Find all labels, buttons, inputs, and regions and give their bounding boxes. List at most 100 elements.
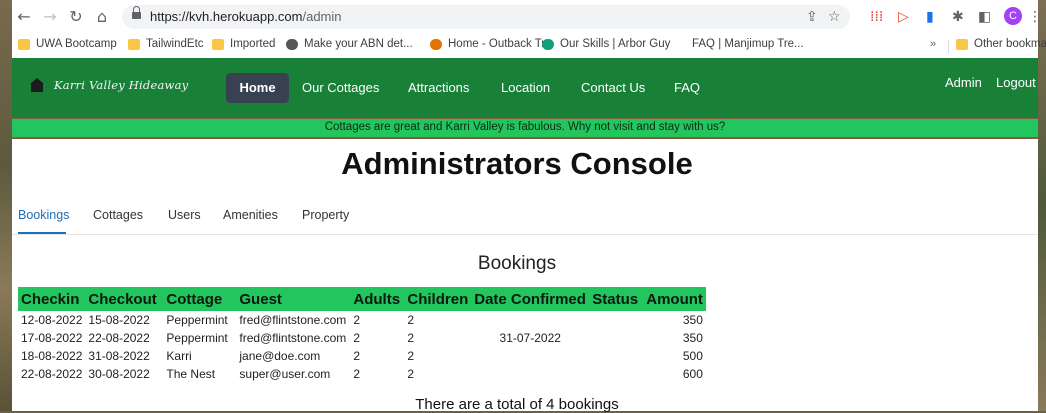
cell-checkin: 12-08-2022 (21, 313, 83, 327)
column-header[interactable]: Adults (350, 287, 404, 311)
column-header[interactable]: Date Confirmed (471, 287, 589, 311)
tab-users[interactable]: Users (168, 208, 201, 222)
table-row[interactable]: 22-08-2022 30-08-2022 The Nest super@use… (18, 365, 706, 383)
column-header[interactable]: Status (589, 287, 643, 311)
table-row[interactable]: 12-08-2022 15-08-2022 Peppermint fred@fl… (18, 311, 706, 329)
page-title: Administrators Console (341, 146, 693, 181)
folder-icon (956, 38, 968, 50)
desktop-background-left (0, 0, 12, 411)
outback-icon (430, 38, 442, 50)
cell-date-confirmed (471, 365, 589, 383)
site-brand[interactable]: Karri Valley Hideaway (30, 78, 188, 92)
tab-cottages[interactable]: Cottages (93, 208, 143, 222)
brand-text: Karri Valley Hideaway (54, 78, 189, 92)
cell-date-confirmed: 31-07-2022 (499, 331, 561, 345)
extension-blue-icon[interactable]: ▮ (926, 8, 934, 26)
bookmark-star-icon[interactable]: ☆ (828, 8, 841, 26)
cell-adults: 2 (353, 313, 361, 327)
share-icon[interactable]: ⇪ (806, 8, 818, 26)
bookmark-outback[interactable]: Home - Outback Tr... (430, 38, 554, 50)
nav-faq[interactable]: FAQ (674, 80, 700, 95)
cell-amount: 350 (682, 331, 703, 345)
table-header-row: Checkin Checkout Cottage Guest Adults Ch… (18, 287, 706, 311)
profile-avatar[interactable]: C (1004, 7, 1022, 25)
folder-icon (18, 38, 30, 50)
column-header[interactable]: Checkout (85, 287, 163, 311)
house-icon (30, 78, 44, 92)
cell-status (589, 365, 643, 383)
cell-amount: 600 (682, 367, 703, 381)
bookmark-faq-manjimup[interactable]: FAQ | Manjimup Tre... (692, 38, 804, 50)
address-bar[interactable]: https://kvh.herokuapp.com/admin ⇪ ☆ (122, 5, 850, 29)
cell-children: 2 (407, 367, 415, 381)
extension-grid-icon[interactable]: ⁞⁞⁞ (870, 8, 883, 26)
column-header[interactable]: Guest (236, 287, 350, 311)
cell-checkin: 22-08-2022 (21, 367, 83, 381)
cell-date-confirmed (471, 311, 589, 329)
forward-icon[interactable]: → (40, 7, 60, 27)
nav-attractions[interactable]: Attractions (408, 80, 469, 95)
cell-adults: 2 (353, 367, 361, 381)
browser-toolbar: ← → ↻ ⌂ https://kvh.herokuapp.com/admin … (12, 0, 1042, 34)
reload-icon[interactable]: ↻ (66, 7, 86, 27)
cell-checkin: 18-08-2022 (21, 349, 83, 363)
cell-amount: 500 (682, 349, 703, 363)
home-icon[interactable]: ⌂ (92, 7, 112, 27)
table-row[interactable]: 18-08-2022 31-08-2022 Karri jane@doe.com… (18, 347, 706, 365)
folder-icon (128, 38, 140, 50)
cell-status (589, 311, 643, 329)
folder-icon (212, 38, 224, 50)
cell-cottage: Peppermint (166, 331, 228, 345)
cell-checkout: 22-08-2022 (88, 331, 150, 345)
bookmark-other[interactable]: Other bookmark (956, 38, 1046, 50)
bookmark-abn[interactable]: Make your ABN det... (286, 38, 413, 50)
tab-bookings[interactable]: Bookings (18, 208, 69, 222)
side-panel-icon[interactable]: ◧ (978, 8, 991, 26)
tab-amenities[interactable]: Amenities (223, 208, 278, 222)
cell-children: 2 (407, 349, 415, 363)
section-title: Bookings (477, 253, 557, 274)
arbor-icon (542, 38, 554, 50)
column-header[interactable]: Cottage (163, 287, 236, 311)
nav-location[interactable]: Location (501, 80, 550, 95)
cell-guest: fred@flintstone.com (239, 331, 347, 345)
table-row[interactable]: 17-08-2022 22-08-2022 Peppermint fred@fl… (18, 329, 706, 347)
cell-status (589, 347, 643, 365)
bookmarks-overflow-chevron[interactable]: » (930, 38, 936, 50)
abn-icon (286, 38, 298, 50)
cell-status (589, 329, 643, 347)
column-header[interactable]: Checkin (18, 287, 85, 311)
bookmarks-bar: UWA Bootcamp TailwindEtc Imported Make y… (12, 34, 1046, 59)
cell-guest: jane@doe.com (239, 349, 321, 363)
browser-window: ← → ↻ ⌂ https://kvh.herokuapp.com/admin … (12, 0, 1046, 413)
bookmarks-separator (948, 40, 949, 53)
menu-kebab-icon[interactable]: ⋮ (1028, 8, 1042, 26)
tab-property[interactable]: Property (302, 208, 349, 222)
cell-amount: 350 (682, 313, 703, 327)
tabs-divider (12, 234, 1038, 235)
column-header[interactable]: Children (404, 287, 471, 311)
nav-logout[interactable]: Logout (996, 75, 1036, 90)
cell-children: 2 (407, 331, 415, 345)
nav-contact-us[interactable]: Contact Us (581, 80, 645, 95)
cell-adults: 2 (353, 331, 361, 345)
nav-admin[interactable]: Admin (945, 75, 982, 90)
column-header[interactable]: Amount (643, 287, 706, 311)
nav-home[interactable]: Home (226, 73, 289, 103)
cell-checkout: 15-08-2022 (88, 313, 150, 327)
bookmark-tailwindetc[interactable]: TailwindEtc (128, 38, 204, 50)
bookings-total: There are a total of 4 bookings (415, 396, 619, 413)
back-icon[interactable]: ← (14, 7, 34, 27)
bookmark-imported[interactable]: Imported (212, 38, 275, 50)
cell-cottage: Karri (166, 349, 192, 363)
cell-adults: 2 (353, 349, 361, 363)
nav-our-cottages[interactable]: Our Cottages (302, 80, 379, 95)
promo-banner: Cottages are great and Karri Valley is f… (12, 118, 1038, 139)
extensions-puzzle-icon[interactable]: ✱ (952, 8, 964, 26)
bookmark-uwa-bootcamp[interactable]: UWA Bootcamp (18, 38, 117, 50)
cell-cottage: The Nest (166, 367, 216, 381)
cell-date-confirmed (471, 347, 589, 365)
bookmark-arbor-guy[interactable]: Our Skills | Arbor Guy (542, 38, 670, 50)
cell-checkout: 30-08-2022 (88, 367, 150, 381)
extension-arrow-icon[interactable]: ▷ (898, 8, 909, 26)
